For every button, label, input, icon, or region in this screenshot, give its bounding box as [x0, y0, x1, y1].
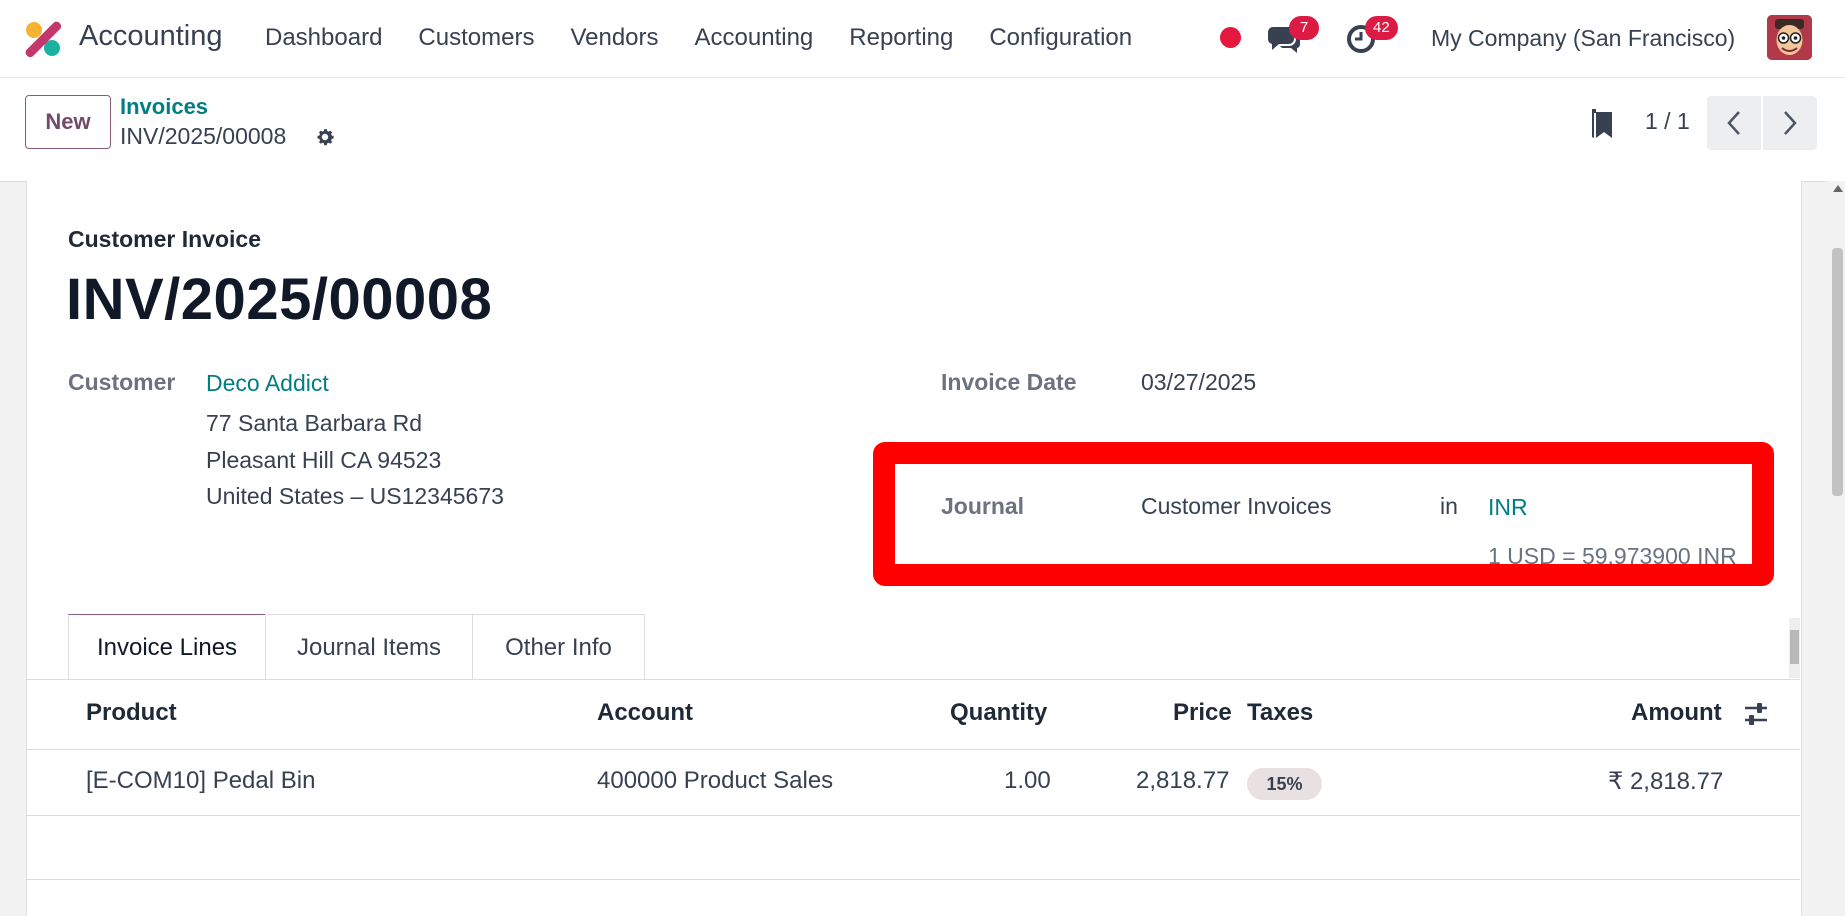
customer-address-line-3: United States – US12345673	[206, 483, 504, 509]
main-menu: Dashboard Customers Vendors Accounting R…	[265, 24, 1168, 52]
customer-name-link[interactable]: Deco Addict	[206, 370, 329, 397]
invoice-number-title: INV/2025/00008	[66, 267, 493, 332]
column-header-amount[interactable]: Amount	[1631, 699, 1722, 727]
customer-address-line-1: 77 Santa Barbara Rd	[206, 410, 423, 436]
column-header-taxes[interactable]: Taxes	[1247, 699, 1313, 727]
invoice-date-label: Invoice Date	[941, 369, 1077, 395]
pager-next-button[interactable]	[1763, 96, 1817, 150]
document-type-label: Customer Invoice	[68, 226, 261, 252]
accounting-app-icon[interactable]	[24, 20, 62, 58]
row-quantity[interactable]: 1.00	[1004, 767, 1051, 795]
row-amount: ₹ 2,818.77	[1608, 768, 1724, 795]
breadcrumb-invoices-link[interactable]: Invoices	[120, 94, 208, 120]
invoice-date-field[interactable]: 03/27/2025	[1141, 369, 1256, 396]
tabs-divider	[26, 679, 1800, 680]
recording-indicator-icon[interactable]	[1220, 27, 1241, 48]
activities-count-badge: 42	[1365, 16, 1398, 40]
menu-customers[interactable]: Customers	[418, 24, 534, 52]
page-scrollbar-thumb[interactable]	[1832, 248, 1843, 496]
row-price[interactable]: 2,818.77	[1136, 767, 1229, 795]
scroll-up-arrow-icon[interactable]	[1833, 185, 1843, 192]
row-account[interactable]: 400000 Product Sales	[597, 767, 833, 795]
column-header-product[interactable]: Product	[86, 699, 177, 727]
highlight-annotation-box	[873, 442, 1774, 586]
bookmarks-icon[interactable]	[1590, 108, 1616, 140]
table-header-divider	[26, 749, 1800, 750]
messages-count-badge: 7	[1289, 16, 1319, 40]
gear-icon[interactable]	[314, 126, 336, 148]
menu-accounting[interactable]: Accounting	[695, 24, 814, 52]
customer-address-line-2: Pleasant Hill CA 94523	[206, 447, 442, 473]
menu-configuration[interactable]: Configuration	[989, 24, 1132, 52]
pager-value[interactable]: 1 / 1	[1645, 108, 1690, 135]
column-header-account[interactable]: Account	[597, 699, 693, 727]
column-header-quantity[interactable]: Quantity	[950, 699, 1047, 727]
chevron-left-icon	[1727, 111, 1740, 135]
menu-reporting[interactable]: Reporting	[849, 24, 953, 52]
chevron-right-icon	[1784, 111, 1797, 135]
row-tax-badge[interactable]: 15%	[1247, 768, 1322, 800]
breadcrumb-current-record: INV/2025/00008	[120, 123, 287, 149]
column-header-price[interactable]: Price	[1173, 699, 1232, 727]
tab-other-info[interactable]: Other Info	[472, 614, 645, 680]
menu-vendors[interactable]: Vendors	[570, 24, 658, 52]
company-switcher[interactable]: My Company (San Francisco)	[1431, 25, 1735, 52]
table-empty-row-divider	[26, 879, 1800, 880]
menu-dashboard[interactable]: Dashboard	[265, 24, 382, 52]
form-notebook-tabs: Invoice Lines Journal Items Other Info	[68, 614, 645, 680]
table-row-divider	[26, 815, 1800, 816]
row-product-link[interactable]: [E-COM10] Pedal Bin	[86, 767, 315, 795]
optional-columns-toggle-icon[interactable]	[1743, 702, 1769, 726]
app-name[interactable]: Accounting	[79, 20, 223, 53]
tab-journal-items[interactable]: Journal Items	[265, 614, 473, 680]
new-button[interactable]: New	[25, 95, 111, 149]
highlight-overlay-scrollbar-thumb[interactable]	[1790, 630, 1799, 664]
user-avatar-image-icon	[1767, 15, 1812, 60]
customer-label: Customer	[68, 369, 176, 395]
pager-previous-button[interactable]	[1707, 96, 1761, 150]
control-panel: New Invoices INV/2025/00008 1 / 1	[0, 77, 1845, 182]
user-avatar[interactable]	[1767, 15, 1812, 60]
top-navbar: Accounting Dashboard Customers Vendors A…	[0, 0, 1845, 77]
tab-invoice-lines[interactable]: Invoice Lines	[68, 614, 266, 680]
